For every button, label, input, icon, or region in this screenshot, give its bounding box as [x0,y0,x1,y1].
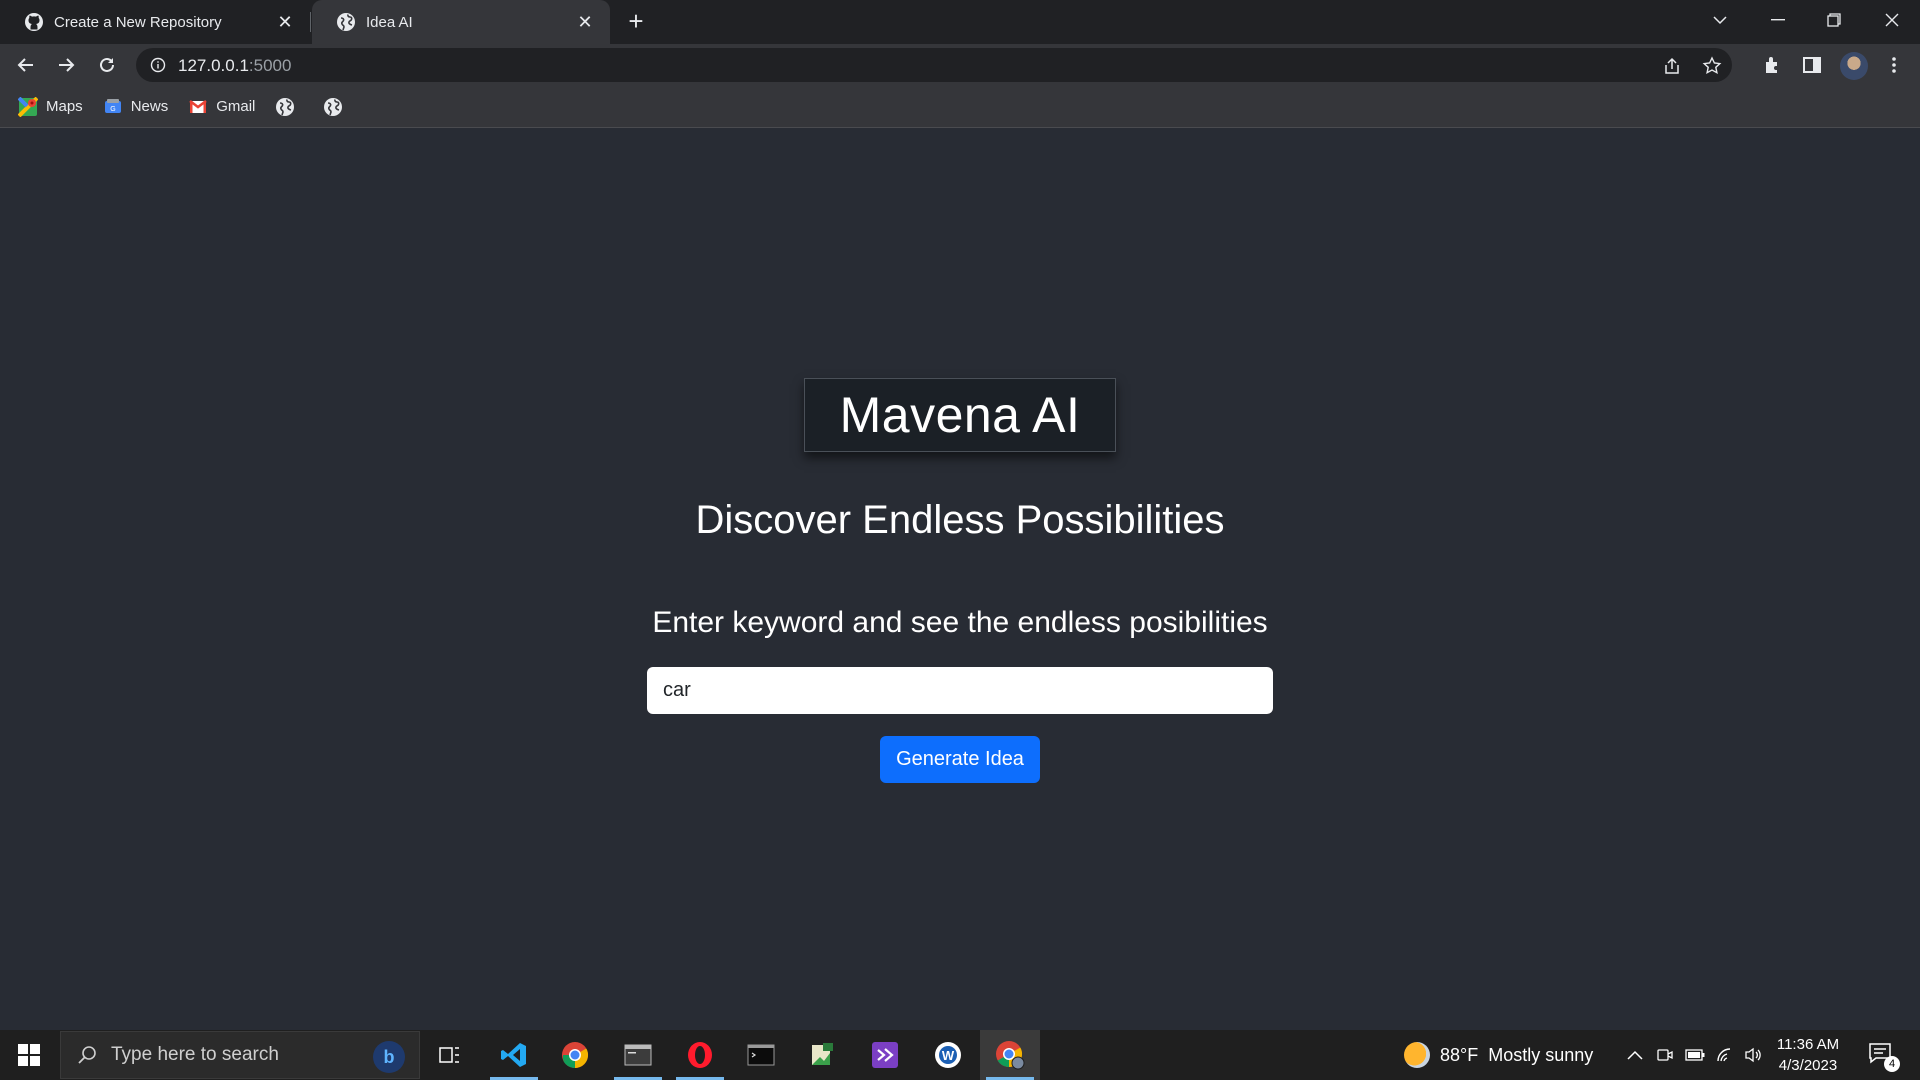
partly-sunny-icon [1404,1042,1430,1068]
bookmark-label: News [130,98,169,115]
tab-separator [310,12,311,32]
word-app-taskbar-icon[interactable]: W [918,1030,978,1080]
page-subtitle: Discover Endless Possibilities [695,498,1225,542]
generate-idea-button[interactable]: Generate Idea [880,736,1040,783]
weather-description: Mostly sunny [1488,1044,1594,1065]
chrome-profile-taskbar-icon[interactable] [980,1030,1040,1080]
gmail-icon [188,97,208,117]
clock-date: 4/3/2023 [1778,1057,1838,1074]
logo-box: Mavena AI [804,378,1116,452]
bookmark-label: Maps [46,98,83,115]
close-window-icon[interactable] [1864,0,1920,40]
close-tab-icon[interactable]: ✕ [572,9,598,35]
svg-text:W: W [942,1048,955,1063]
clock-time: 11:36 AM [1776,1036,1840,1053]
visual-studio-taskbar-icon[interactable] [855,1030,915,1080]
browser-toolbar: 127.0.0.1:5000 [0,44,1920,86]
tab-strip: Create a New Repository ✕ Idea AI ✕ + [0,0,1920,44]
bookmark-news[interactable]: G News [103,97,169,117]
restore-icon[interactable] [1806,0,1862,40]
share-icon[interactable] [1662,56,1682,76]
address-bar[interactable]: 127.0.0.1:5000 [136,48,1732,82]
site-info-icon[interactable] [150,57,166,78]
taskbar-search-box[interactable]: Type here to search b [60,1031,420,1079]
maps-icon [17,96,39,117]
task-view-icon[interactable] [420,1030,480,1080]
logo-title: Mavena AI [839,387,1081,443]
wifi-icon[interactable] [1714,1044,1736,1066]
opera-taskbar-icon[interactable] [670,1030,730,1080]
bookmark-maps[interactable]: Maps [17,96,83,117]
new-tab-button[interactable]: + [622,8,650,36]
vscode-taskbar-icon[interactable] [484,1030,544,1080]
notification-center-icon[interactable]: 4 [1868,1042,1900,1072]
page-content: Mavena AI Discover Endless Possibilities… [0,128,1920,1030]
forward-button[interactable] [50,49,82,81]
tab-idea-ai[interactable]: Idea AI ✕ [312,0,610,44]
windows-taskbar: Type here to search b W 88°F Mostly sunn… [0,1030,1920,1080]
system-clock[interactable]: 11:36 AM 4/3/2023 [1770,1034,1846,1076]
windows-logo-icon [18,1044,40,1066]
reload-button[interactable] [91,49,123,81]
globe-icon [336,12,356,32]
weather-widget[interactable]: 88°F Mostly sunny [1404,1030,1593,1080]
search-icon [78,1046,96,1064]
news-icon: G [103,97,123,117]
side-panel-icon[interactable] [1797,50,1827,80]
start-button[interactable] [0,1030,58,1080]
address-url: 127.0.0.1:5000 [178,56,292,75]
weather-temperature: 88°F [1440,1044,1479,1065]
minimize-icon[interactable] [1750,0,1806,40]
terminal-taskbar-icon[interactable] [608,1030,668,1080]
chevron-up-icon[interactable] [1624,1044,1646,1066]
battery-icon[interactable] [1684,1044,1706,1066]
file-tool-taskbar-icon[interactable] [792,1030,852,1080]
back-button[interactable] [10,49,42,81]
profile-avatar[interactable] [1840,52,1868,80]
reload-icon [100,57,114,72]
search-placeholder: Type here to search [111,1044,279,1065]
console-taskbar-icon[interactable] [731,1030,791,1080]
meet-now-icon[interactable] [1654,1044,1676,1066]
menu-kebab-icon[interactable] [1879,50,1909,80]
tab-search-icon[interactable] [1692,0,1748,40]
bookmarks-bar: Maps G News Gmail [0,86,1920,128]
globe-icon [323,97,343,117]
tab-title: Create a New Repository [54,13,222,31]
bookmark-gmail[interactable]: Gmail [188,97,255,117]
close-tab-icon[interactable]: ✕ [272,9,298,35]
bing-icon[interactable]: b [373,1041,405,1073]
bookmark-star-icon[interactable] [1702,56,1722,76]
extensions-icon[interactable] [1758,50,1788,80]
back-arrow-icon [17,58,33,72]
notification-count: 4 [1884,1056,1900,1072]
tab-title: Idea AI [366,13,413,31]
bookmark-globe-2[interactable] [323,97,351,117]
keyword-prompt: Enter keyword and see the endless posibi… [652,606,1268,639]
globe-icon [275,97,295,117]
chrome-taskbar-icon[interactable] [545,1030,605,1080]
svg-text:G: G [110,106,115,113]
bookmark-globe-1[interactable] [275,97,303,117]
keyword-input[interactable] [647,667,1273,714]
forward-arrow-icon [59,58,75,72]
volume-icon[interactable] [1742,1044,1764,1066]
tab-create-repository[interactable]: Create a New Repository ✕ [0,0,310,44]
github-icon [24,12,44,32]
bookmark-label: Gmail [216,98,256,115]
